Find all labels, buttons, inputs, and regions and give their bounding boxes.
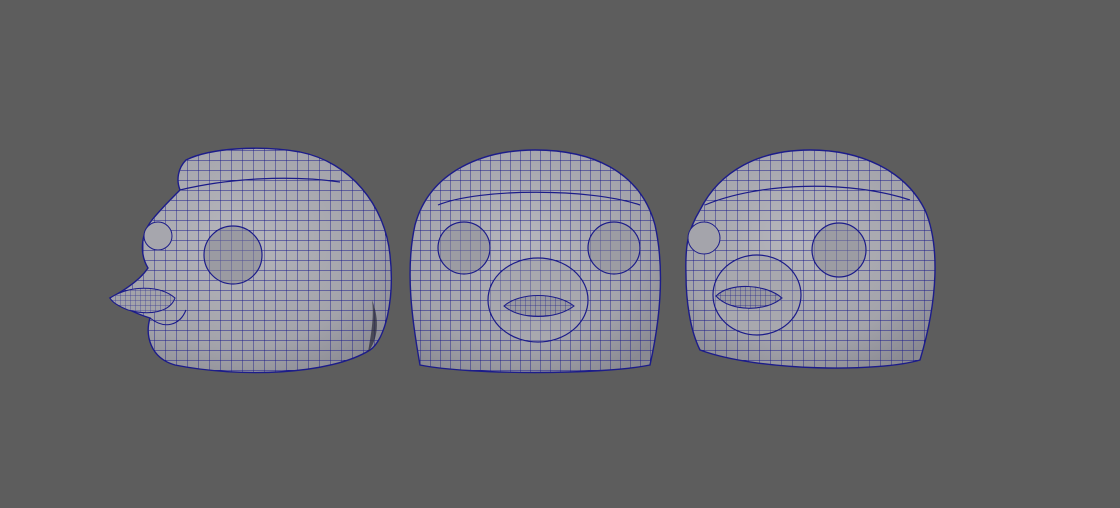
3d-viewport[interactable] <box>0 0 1120 508</box>
head-tq-wireframe <box>685 150 936 369</box>
bird-head-three-quarter-icon[interactable] <box>680 140 945 380</box>
head-tq-eye-far <box>687 221 721 255</box>
head-front-eye-left-wire <box>438 222 490 274</box>
head-front-eye-right-wire <box>588 222 640 274</box>
bird-head-front-icon[interactable] <box>400 140 670 380</box>
head-side-cheek <box>143 221 173 251</box>
head-tq-eye-near-wire <box>812 223 866 277</box>
head-side-eye-wire <box>204 226 262 284</box>
bird-head-side-icon[interactable] <box>100 140 400 380</box>
viewport-scene[interactable] <box>0 0 1120 508</box>
